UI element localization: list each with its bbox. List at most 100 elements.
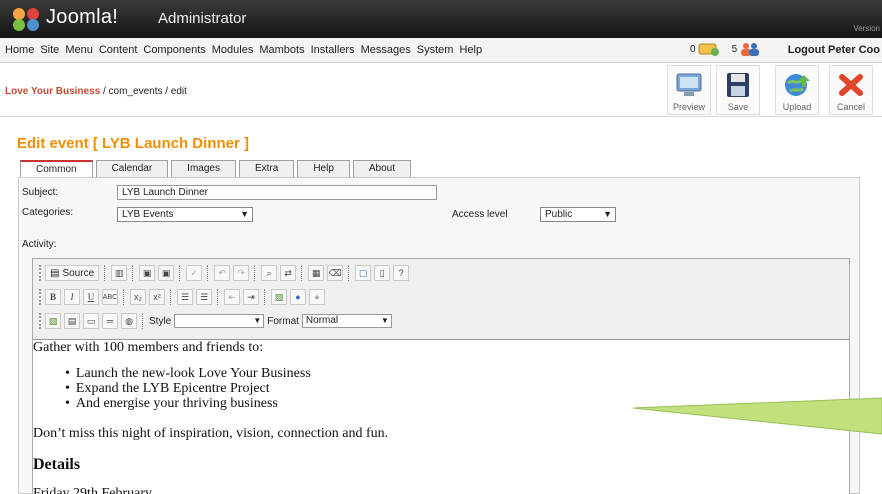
menu-menu[interactable]: Menu [65,44,93,56]
breadcrumb-path: / com_events / edit [100,86,187,97]
access-level-select[interactable]: Public ▼ [540,207,616,222]
bold-icon[interactable]: B [45,289,61,305]
editor-toolbar-row-3: ▧ ▤ ▭ ═ ◍ Style ▼ Format Normal ▼ [39,311,392,331]
format-label: Format [267,315,299,327]
preview-icon [676,73,702,96]
indent-icon[interactable]: ⇥ [243,289,259,305]
rich-text-editor: ▤ Source ▥ ▣ ▣ ✓ ↶ ↷ ⌕ ⇄ ▦ ⌫ ▢ ▯ ? B I U… [32,258,850,494]
image-insert-icon[interactable]: ▨ [271,289,287,305]
special-char-icon[interactable]: ◍ [121,313,137,329]
cancel-button[interactable]: Cancel [829,65,873,115]
editor-toolbar-row-2: B I U ABC x₂ x² ☰ ☰ ⇤ ⇥ ▨ ● ● [39,287,325,307]
templates-icon[interactable]: ▥ [111,265,128,281]
tab-images[interactable]: Images [171,160,236,177]
find-icon[interactable]: ⌕ [261,265,278,281]
upload-button[interactable]: Upload [775,65,819,115]
content-closing: Don’t miss this night of inspiration, vi… [33,426,389,441]
page-title: Edit event [ LYB Launch Dinner ] [17,135,249,152]
editor-toolbar-row-1: ▤ Source ▥ ▣ ▣ ✓ ↶ ↷ ⌕ ⇄ ▦ ⌫ ▢ ▯ ? [39,263,410,283]
save-button[interactable]: Save [716,65,760,115]
menu-messages[interactable]: Messages [361,44,411,56]
tab-help[interactable]: Help [297,160,350,177]
replace-icon[interactable]: ⇄ [280,265,297,281]
joomla-logo-icon [13,8,39,31]
users-count: 5 [731,43,738,55]
italic-icon[interactable]: I [64,289,80,305]
menu-home[interactable]: Home [5,44,34,56]
flash-icon[interactable]: ▤ [64,313,80,329]
menu-site[interactable]: Site [40,44,59,56]
content-details-heading: Details [33,456,81,473]
annotation-callout-shape [633,397,882,435]
brand-name: Joomla! [46,6,119,28]
tab-calendar[interactable]: Calendar [95,160,169,177]
horizontal-rule-icon[interactable]: ═ [102,313,118,329]
categories-label: Categories: [22,207,74,218]
categories-select[interactable]: LYB Events ▼ [117,207,253,222]
tab-extra[interactable]: Extra [238,160,295,177]
subject-label: Subject: [22,187,59,198]
preview-button[interactable]: Preview [667,65,711,115]
chevron-down-icon: ▼ [240,209,249,219]
logout-link[interactable]: Logout Peter Coo [788,44,880,56]
underline-icon[interactable]: U [83,289,99,305]
list-item: Launch the new-look Love Your Business [65,366,311,381]
menu-installers[interactable]: Installers [311,44,355,56]
link-icon[interactable]: ● [290,289,306,305]
users-icon[interactable] [739,42,761,56]
image-icon[interactable]: ▧ [45,313,61,329]
undo-icon[interactable]: ↶ [214,265,231,281]
superscript-icon[interactable]: x² [149,289,165,305]
breadcrumb: Love Your Business / com_events / edit [5,86,187,97]
status-area: 0 5 [690,42,761,56]
tab-about[interactable]: About [352,160,412,177]
menu-system[interactable]: System [417,44,454,56]
spellcheck-icon[interactable]: ✓ [186,265,203,281]
tab-strip: Common Calendar Images Extra Help About [20,160,412,178]
style-label: Style [149,315,172,327]
messages-count: 0 [690,43,696,55]
globe-upload-icon [785,74,810,96]
chevron-down-icon: ▼ [253,316,262,325]
menu-modules[interactable]: Modules [212,44,254,56]
menu-help[interactable]: Help [459,44,482,56]
select-all-icon[interactable]: ▦ [308,265,325,281]
floppy-disk-icon [727,73,749,97]
version-label: Version [853,24,880,33]
content-date: Friday 29th February [33,486,152,494]
help-icon[interactable]: ? [393,265,410,281]
subject-input[interactable]: LYB Launch Dinner [117,185,437,200]
mail-icon[interactable] [698,42,720,56]
outdent-icon[interactable]: ⇤ [224,289,240,305]
style-select[interactable]: ▼ [174,314,265,328]
page-toolbar: Love Your Business / com_events / edit P… [0,64,882,117]
main-menu-bar: Home Site Menu Content Components Module… [0,38,882,63]
preview-doc-icon[interactable]: ▯ [374,265,391,281]
breadcrumb-site[interactable]: Love Your Business [5,86,100,97]
menu-components[interactable]: Components [143,44,205,56]
app-title: Administrator [158,10,247,27]
table-icon[interactable]: ▭ [83,313,99,329]
redo-icon[interactable]: ↷ [233,265,250,281]
menu-content[interactable]: Content [99,44,138,56]
menu-mambots[interactable]: Mambots [259,44,304,56]
source-button[interactable]: ▤ Source [45,265,100,281]
bullet-list-icon[interactable]: ☰ [196,289,212,305]
paste-icon[interactable]: ▣ [139,265,156,281]
access-level-label: Access level [452,209,508,220]
tab-common[interactable]: Common [20,160,93,178]
subscript-icon[interactable]: x₂ [130,289,146,305]
numbered-list-icon[interactable]: ☰ [177,289,193,305]
unlink-icon[interactable]: ● [309,289,325,305]
format-select[interactable]: Normal ▼ [301,314,392,328]
source-icon: ▤ [50,267,60,279]
admin-page: Joomla! Administrator Version Home Site … [0,0,882,494]
top-header: Joomla! Administrator Version [0,0,882,38]
paste-word-icon[interactable]: ▣ [158,265,175,281]
remove-format-icon[interactable]: ⌫ [327,265,344,281]
strikethrough-icon[interactable]: ABC [102,289,118,305]
main-menu: Home Site Menu Content Components Module… [5,44,482,56]
toolbar-grip [39,313,42,329]
show-blocks-icon[interactable]: ▢ [355,265,372,281]
toolbar-grip [39,265,42,281]
